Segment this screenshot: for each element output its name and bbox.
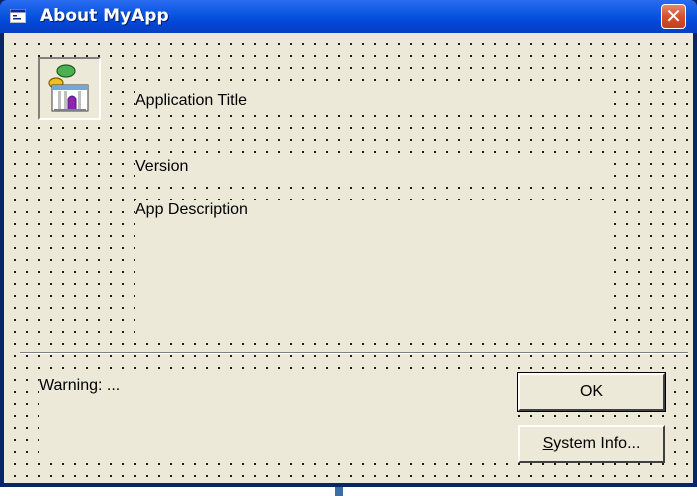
separator-line — [20, 352, 688, 354]
app-graphic — [48, 64, 89, 112]
form-icon — [10, 9, 26, 23]
system-info-accelerator: S — [542, 435, 554, 452]
ok-button[interactable]: OK — [517, 372, 666, 412]
close-icon: ✕ — [665, 4, 682, 28]
window-title: About MyApp — [40, 6, 169, 26]
close-button[interactable]: ✕ — [661, 4, 686, 29]
warning-label: Warning: ... — [39, 376, 509, 456]
app-description-label: App Description — [135, 200, 605, 340]
system-info-label: ystem Info... — [553, 435, 641, 452]
version-label: Version — [135, 157, 605, 179]
application-icon — [38, 57, 101, 120]
title-bar[interactable]: About MyApp ✕ — [0, 0, 697, 33]
application-title-label: Application Title — [135, 91, 605, 113]
about-dialog-window: About MyApp ✕ Application Title Version … — [0, 0, 697, 487]
system-info-button[interactable]: System Info... — [518, 425, 665, 463]
form-resize-handle[interactable] — [335, 487, 343, 496]
